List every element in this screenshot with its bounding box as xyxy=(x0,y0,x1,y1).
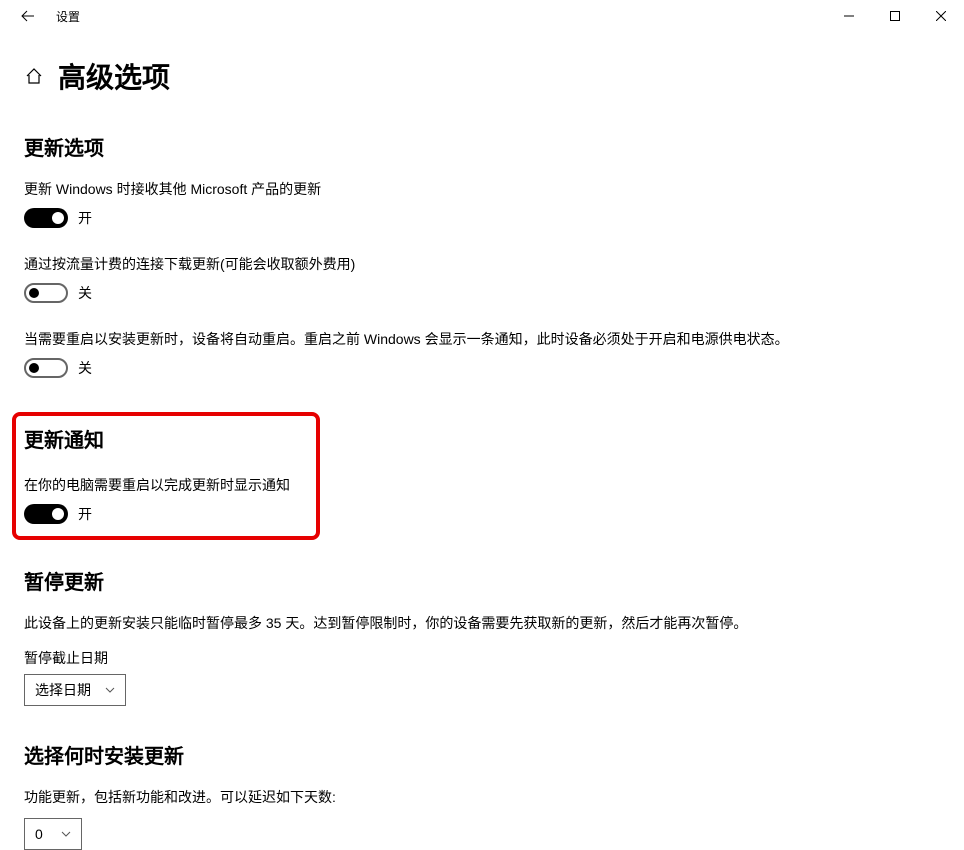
section-title-schedule: 选择何时安装更新 xyxy=(24,740,940,769)
page-header: 高级选项 xyxy=(24,56,940,96)
toggle-state-label: 关 xyxy=(78,283,92,303)
option-desc: 在你的电脑需要重启以完成更新时显示通知 xyxy=(24,475,308,496)
schedule-desc: 功能更新，包括新功能和改进。可以延迟如下天数: xyxy=(24,787,940,808)
toggle-receive-other-products[interactable] xyxy=(24,208,68,228)
dropdown-selected-label: 选择日期 xyxy=(35,680,91,700)
option-auto-restart: 当需要重启以安装更新时，设备将自动重启。重启之前 Windows 会显示一条通知… xyxy=(24,329,940,378)
home-button[interactable] xyxy=(24,66,44,86)
home-icon xyxy=(25,67,43,85)
pause-date-dropdown[interactable]: 选择日期 xyxy=(24,674,126,706)
maximize-button[interactable] xyxy=(872,0,918,32)
option-metered-download: 通过按流量计费的连接下载更新(可能会收取额外费用) 关 xyxy=(24,254,940,303)
option-desc: 更新 Windows 时接收其他 Microsoft 产品的更新 xyxy=(24,179,940,200)
toggle-metered-download[interactable] xyxy=(24,283,68,303)
toggle-state-label: 开 xyxy=(78,504,92,524)
option-desc: 通过按流量计费的连接下载更新(可能会收取额外费用) xyxy=(24,254,940,275)
minimize-button[interactable] xyxy=(826,0,872,32)
minimize-icon xyxy=(844,11,854,21)
dropdown-selected-value: 0 xyxy=(35,826,43,842)
section-title-pause: 暂停更新 xyxy=(24,566,940,595)
schedule-days-dropdown[interactable]: 0 xyxy=(24,818,82,850)
page-title: 高级选项 xyxy=(58,56,170,96)
highlighted-update-notify: 更新通知 在你的电脑需要重启以完成更新时显示通知 开 xyxy=(12,412,320,540)
back-button[interactable] xyxy=(12,0,44,32)
option-receive-other-products: 更新 Windows 时接收其他 Microsoft 产品的更新 开 xyxy=(24,179,940,228)
section-title-update-options: 更新选项 xyxy=(24,132,940,161)
titlebar: 设置 xyxy=(0,0,964,32)
pause-deadline-label: 暂停截止日期 xyxy=(24,648,940,668)
maximize-icon xyxy=(890,11,900,21)
section-title-update-notify: 更新通知 xyxy=(24,424,308,453)
content-area: 高级选项 更新选项 更新 Windows 时接收其他 Microsoft 产品的… xyxy=(0,32,964,850)
window-controls xyxy=(826,0,964,32)
option-desc: 当需要重启以安装更新时，设备将自动重启。重启之前 Windows 会显示一条通知… xyxy=(24,329,940,350)
arrow-left-icon xyxy=(21,9,35,23)
titlebar-app-name: 设置 xyxy=(56,8,80,25)
toggle-state-label: 开 xyxy=(78,208,92,228)
chevron-down-icon xyxy=(105,685,115,696)
close-button[interactable] xyxy=(918,0,964,32)
toggle-update-notify[interactable] xyxy=(24,504,68,524)
pause-desc: 此设备上的更新安装只能临时暂停最多 35 天。达到暂停限制时，你的设备需要先获取… xyxy=(24,613,940,634)
toggle-state-label: 关 xyxy=(78,358,92,378)
close-icon xyxy=(936,11,946,21)
chevron-down-icon xyxy=(61,829,71,840)
toggle-auto-restart[interactable] xyxy=(24,358,68,378)
